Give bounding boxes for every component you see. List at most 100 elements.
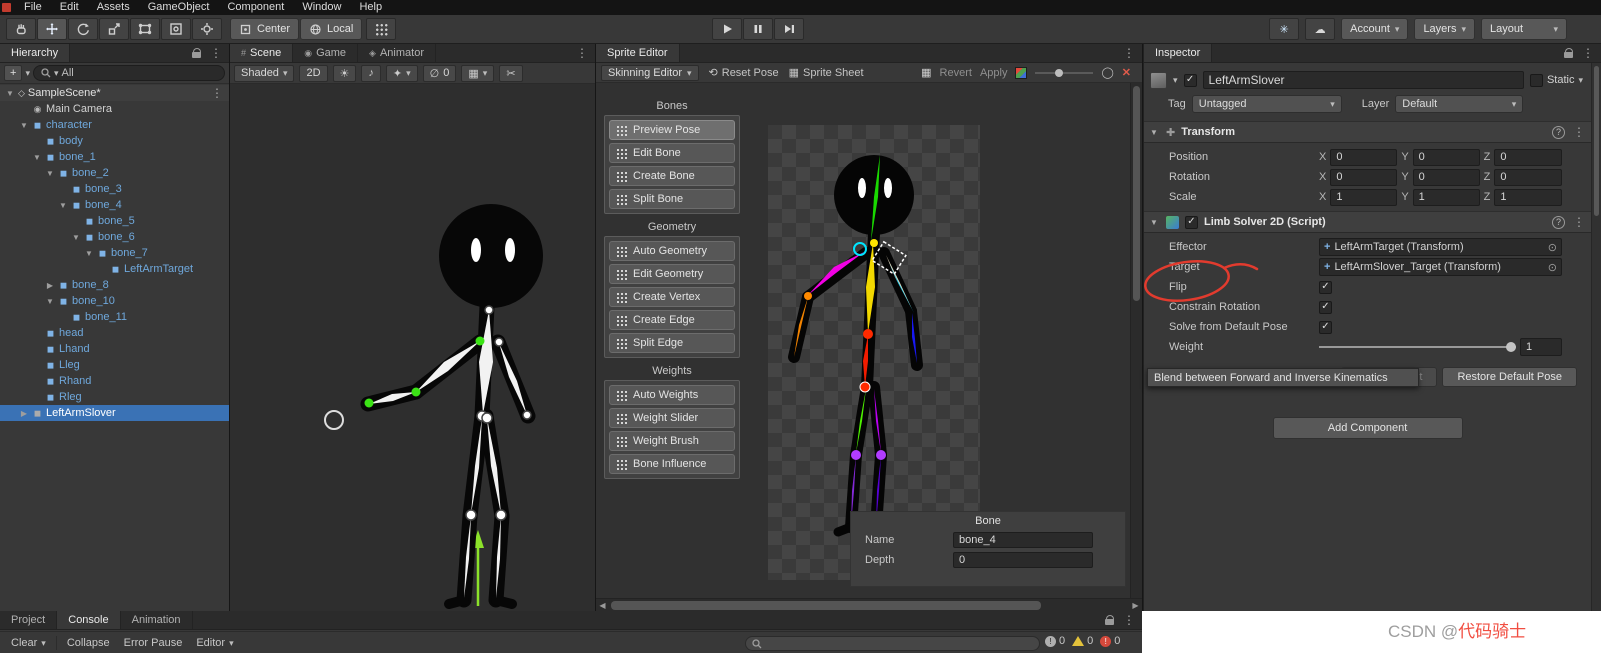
- scene-viewport[interactable]: [230, 84, 595, 611]
- custom-tool-button[interactable]: [192, 18, 222, 40]
- hierarchy-item-bone-10[interactable]: ▼ ◼ bone_10: [0, 293, 229, 309]
- apply-button[interactable]: Apply: [980, 67, 1008, 79]
- pivot-toggle-button[interactable]: Center: [230, 18, 300, 40]
- rect-tool-button[interactable]: [130, 18, 160, 40]
- vertical-scrollbar[interactable]: [1591, 63, 1601, 611]
- skinning-split-edge-button[interactable]: Split Edge: [609, 333, 735, 353]
- panel-menu-icon[interactable]: [576, 46, 588, 60]
- hierarchy-item-character[interactable]: ▼ ◼ character: [0, 117, 229, 133]
- step-button[interactable]: [774, 18, 804, 40]
- skinning-create-vertex-button[interactable]: Create Vertex: [609, 287, 735, 307]
- tab-animator[interactable]: ◈ Animator: [358, 44, 436, 62]
- skinning-editor-dropdown[interactable]: Skinning Editor: [601, 64, 699, 81]
- menu-window[interactable]: Window: [294, 0, 349, 15]
- help-icon[interactable]: [1552, 215, 1565, 229]
- effects-dropdown[interactable]: ✦: [385, 64, 418, 82]
- zoom-slider[interactable]: [1035, 67, 1094, 79]
- layers-dropdown[interactable]: Layers: [1414, 18, 1475, 40]
- target-object-field[interactable]: + LeftArmSlover_Target (Transform): [1319, 258, 1562, 276]
- tab-project[interactable]: Project: [0, 611, 58, 629]
- constrain-rotation-checkbox[interactable]: [1319, 300, 1332, 314]
- scrollbar-thumb[interactable]: [611, 601, 1041, 610]
- panel-menu-icon[interactable]: [1582, 46, 1594, 60]
- alpha-icon[interactable]: ◯: [1101, 66, 1113, 79]
- hierarchy-item-lleg[interactable]: ◼ Lleg: [0, 357, 229, 373]
- lock-icon[interactable]: [1105, 614, 1115, 626]
- object-picker-icon[interactable]: [1548, 241, 1557, 254]
- menu-help[interactable]: Help: [351, 0, 390, 15]
- help-icon[interactable]: [1552, 125, 1565, 139]
- transform-component-header[interactable]: ▼ Transform: [1144, 121, 1591, 143]
- tab-sprite-editor[interactable]: Sprite Editor: [596, 44, 680, 62]
- close-icon[interactable]: ✕: [1122, 66, 1131, 79]
- play-button[interactable]: [712, 18, 742, 40]
- skinning-edit-bone-button[interactable]: Edit Bone: [609, 143, 735, 163]
- position-z-field[interactable]: 0: [1494, 148, 1562, 166]
- scale-x-field[interactable]: 1: [1330, 188, 1398, 206]
- 2d-toggle-button[interactable]: 2D: [299, 64, 328, 82]
- move-tool-button[interactable]: [37, 18, 67, 40]
- static-checkbox[interactable]: [1529, 73, 1543, 87]
- foldout-down-icon[interactable]: ▼: [32, 153, 42, 162]
- scale-tool-button[interactable]: [99, 18, 129, 40]
- panel-menu-icon[interactable]: [210, 46, 222, 60]
- object-name-field[interactable]: LeftArmSlover: [1202, 71, 1524, 89]
- menu-file[interactable]: File: [16, 0, 50, 15]
- info-count-badge[interactable]: ! 0: [1045, 635, 1065, 647]
- skinning-create-edge-button[interactable]: Create Edge: [609, 310, 735, 330]
- position-y-field[interactable]: 0: [1412, 148, 1480, 166]
- skinning-edit-geometry-button[interactable]: Edit Geometry: [609, 264, 735, 284]
- hierarchy-item-bone-5[interactable]: ◼ bone_5: [0, 213, 229, 229]
- tab-hierarchy[interactable]: Hierarchy: [0, 44, 71, 62]
- audio-toggle-button[interactable]: ♪: [361, 64, 381, 82]
- panel-menu-icon[interactable]: [1123, 46, 1135, 60]
- skinning-weight-slider-button[interactable]: Weight Slider: [609, 408, 735, 428]
- reset-pose-button[interactable]: ⟲ Reset Pose: [709, 66, 779, 80]
- component-menu-icon[interactable]: [1573, 125, 1585, 139]
- tab-console[interactable]: Console: [57, 611, 121, 629]
- hierarchy-item-head[interactable]: ◼ head: [0, 325, 229, 341]
- scene-header-row[interactable]: ▼ ◇ SampleScene*: [0, 85, 229, 101]
- editor-dropdown[interactable]: Editor: [190, 635, 239, 651]
- hierarchy-item-rhand[interactable]: ◼ Rhand: [0, 373, 229, 389]
- hierarchy-search-input[interactable]: All: [32, 65, 225, 81]
- hierarchy-item-bone-3[interactable]: ◼ bone_3: [0, 181, 229, 197]
- foldout-down-icon[interactable]: ▼: [58, 201, 68, 210]
- hierarchy-item-main-camera[interactable]: ◉ Main Camera: [0, 101, 229, 117]
- menu-gameobject[interactable]: GameObject: [140, 0, 218, 15]
- layer-dropdown[interactable]: Default: [1395, 95, 1524, 113]
- foldout-down-icon[interactable]: ▼: [84, 249, 94, 258]
- hierarchy-item-bone-2[interactable]: ▼ ◼ bone_2: [0, 165, 229, 181]
- menu-component[interactable]: Component: [219, 0, 292, 15]
- foldout-open-icon[interactable]: ▼: [1150, 218, 1160, 227]
- clear-button[interactable]: Clear: [5, 635, 52, 651]
- account-dropdown[interactable]: Account: [1341, 18, 1409, 40]
- solve-default-pose-checkbox[interactable]: [1319, 320, 1332, 334]
- transform-tool-button[interactable]: [161, 18, 191, 40]
- foldout-down-icon[interactable]: ▼: [45, 169, 55, 178]
- foldout-right-icon[interactable]: ▶: [19, 409, 29, 418]
- foldout-open-icon[interactable]: ▼: [1150, 128, 1160, 137]
- version-control-button[interactable]: [1269, 18, 1300, 40]
- menu-assets[interactable]: Assets: [89, 0, 138, 15]
- add-component-button[interactable]: Add Component: [1272, 417, 1463, 439]
- cut-tool-button[interactable]: ✂: [499, 64, 523, 82]
- foldout-right-icon[interactable]: ▶: [45, 281, 55, 290]
- component-menu-icon[interactable]: [1573, 215, 1585, 229]
- hierarchy-item-bone-11[interactable]: ◼ bone_11: [0, 309, 229, 325]
- foldout-down-icon[interactable]: ▼: [45, 297, 55, 306]
- tab-inspector[interactable]: Inspector: [1144, 44, 1213, 62]
- collapse-toggle[interactable]: Collapse: [61, 635, 116, 651]
- skinning-auto-weights-button[interactable]: Auto Weights: [609, 385, 735, 405]
- weight-slider[interactable]: [1319, 341, 1516, 353]
- flip-checkbox[interactable]: [1319, 280, 1332, 294]
- cloud-button[interactable]: [1305, 18, 1336, 40]
- position-x-field[interactable]: 0: [1330, 148, 1398, 166]
- error-pause-toggle[interactable]: Error Pause: [118, 635, 189, 651]
- grid-dropdown[interactable]: ▦: [461, 64, 495, 82]
- lighting-toggle-button[interactable]: ☀: [332, 64, 357, 82]
- skinning-split-bone-button[interactable]: Split Bone: [609, 189, 735, 209]
- lock-icon[interactable]: [192, 47, 202, 59]
- sprite-sheet-button[interactable]: ▦ Sprite Sheet: [789, 66, 864, 80]
- static-flags-caret[interactable]: [1578, 74, 1583, 86]
